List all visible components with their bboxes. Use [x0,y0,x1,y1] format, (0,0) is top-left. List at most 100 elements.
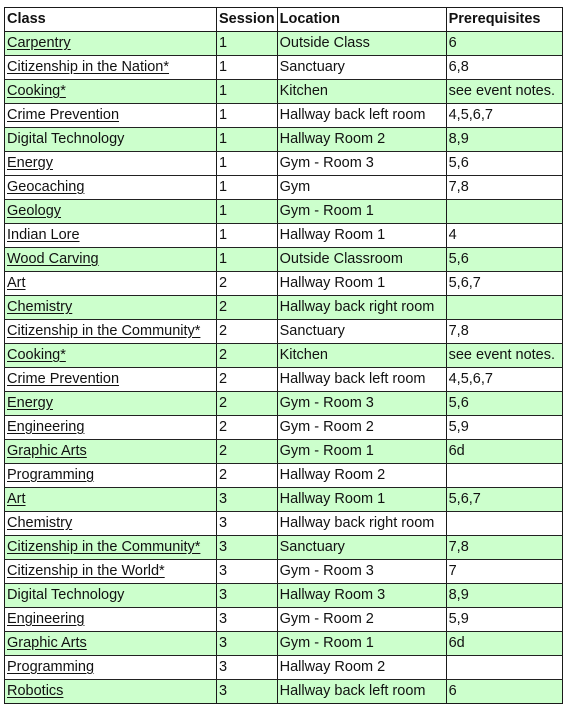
location-cell: Kitchen [276,343,447,368]
class-link[interactable]: Carpentry [7,35,71,51]
class-link[interactable]: Crime Prevention [7,107,119,123]
session-cell: 2 [216,295,278,320]
session-cell: 2 [216,463,278,488]
prerequisites-cell: 6,8 [445,55,563,80]
table-row: Cooking* 2 Kitchen see event notes. [4,343,563,368]
session-cell: 1 [216,55,278,80]
table-row: Digital Technology 1 Hallway Room 2 8,9 [4,127,563,152]
class-link[interactable]: Geocaching [7,179,84,195]
location-cell: Hallway back right room [276,511,447,536]
class-link[interactable]: Citizenship in the Community* [7,323,200,339]
session-cell: 3 [216,607,278,632]
table-row: Crime Prevention 2 Hallway back left room 4… [4,367,563,392]
prerequisites-cell: 8,9 [445,583,563,608]
table-row: Indian Lore 1 Hallway Room 14 [4,223,563,248]
table-body: Carpentry 1 Outside Class 6 Citizenship in t… [4,31,563,704]
class-link[interactable]: Indian Lore [7,227,80,243]
prerequisites-cell [445,655,563,680]
class-link[interactable]: Engineering [7,419,84,435]
class-schedule-table: Class Session Location Prerequisites Car… [4,7,563,704]
location-cell: Gym [276,175,447,200]
class-link[interactable]: Engineering [7,611,84,627]
class-link[interactable]: Energy [7,395,53,411]
table-row: Graphic Arts 3 Gym - Room 1 6d [4,631,563,656]
location-cell: Hallway Room 2 [276,655,447,680]
table-row: Energy 1 Gym - Room 3 5,6 [4,151,563,176]
class-link[interactable]: Citizenship in the Community* [7,539,200,555]
class-link[interactable]: Programming [7,659,94,675]
location-cell: Sanctuary [276,535,447,560]
table-row: Engineering 3 Gym - Room 2 5,9 [4,607,563,632]
location-cell: Hallway back left room [276,367,447,392]
location-cell: Gym - Room 3 [276,151,447,176]
prerequisites-cell [445,511,563,536]
class-link[interactable]: Programming [7,467,94,483]
prerequisites-cell: 6 [445,679,563,704]
session-cell: 3 [216,679,278,704]
class-cell: Graphic Arts [4,439,217,464]
prerequisites-cell: see event notes. [445,79,563,104]
class-link[interactable]: Graphic Arts [7,635,87,651]
prerequisites-cell: 5,9 [445,415,563,440]
class-link[interactable]: Citizenship in the World* [7,563,165,579]
class-link[interactable]: Robotics [7,683,63,699]
class-cell: Citizenship in the Nation* [4,55,217,80]
class-cell: Indian Lore [4,223,217,248]
session-cell: 2 [216,367,278,392]
session-cell: 3 [216,655,278,680]
prerequisites-cell: 5,6,7 [445,271,563,296]
table-row: Geology 1 Gym - Room 1 [4,199,563,224]
class-name: Digital Technology [7,131,125,147]
class-cell: Geology [4,199,217,224]
location-cell: Gym - Room 1 [276,199,447,224]
class-link[interactable]: Chemistry [7,515,72,531]
prerequisites-cell: 7 [445,559,563,584]
table-row: Programming 2 Hallway Room 2 [4,463,563,488]
prerequisites-cell: 6d [445,631,563,656]
location-cell: Hallway Room 2 [276,463,447,488]
class-cell: Engineering [4,415,217,440]
class-link[interactable]: Graphic Arts [7,443,87,459]
header-session: Session [216,7,278,32]
session-cell: 2 [216,391,278,416]
location-cell: Gym - Room 2 [276,415,447,440]
location-cell: Gym - Room 3 [276,559,447,584]
prerequisites-cell: 5,6,7 [445,487,563,512]
session-cell: 2 [216,319,278,344]
session-cell: 1 [216,103,278,128]
location-cell: Gym - Room 1 [276,439,447,464]
class-link[interactable]: Cooking* [7,347,66,363]
table-row: Citizenship in the World* 3 Gym - Room 37 [4,559,563,584]
table-row: Chemistry 2 Hallway back right room [4,295,563,320]
prerequisites-cell: 6 [445,31,563,56]
class-link[interactable]: Crime Prevention [7,371,119,387]
class-link[interactable]: Art [7,491,26,507]
location-cell: Hallway Room 3 [276,583,447,608]
location-cell: Hallway Room 1 [276,487,447,512]
class-name: Digital Technology [7,587,125,603]
session-cell: 1 [216,175,278,200]
session-cell: 2 [216,439,278,464]
session-cell: 1 [216,199,278,224]
class-link[interactable]: Citizenship in the Nation* [7,59,169,75]
class-link[interactable]: Energy [7,155,53,171]
class-link[interactable]: Chemistry [7,299,72,315]
location-cell: Gym - Room 1 [276,631,447,656]
prerequisites-cell: 4,5,6,7 [445,367,563,392]
prerequisites-cell: 7,8 [445,535,563,560]
session-cell: 2 [216,271,278,296]
header-class: Class [4,7,217,32]
class-link[interactable]: Wood Carving [7,251,99,267]
location-cell: Hallway back left room [276,103,447,128]
class-link[interactable]: Cooking* [7,83,66,99]
prerequisites-cell: see event notes. [445,343,563,368]
class-link[interactable]: Art [7,275,26,291]
class-cell: Citizenship in the Community* [4,319,217,344]
prerequisites-cell: 5,9 [445,607,563,632]
session-cell: 3 [216,559,278,584]
class-cell: Chemistry [4,511,217,536]
class-link[interactable]: Geology [7,203,61,219]
location-cell: Hallway Room 1 [276,223,447,248]
session-cell: 2 [216,415,278,440]
class-cell: Chemistry [4,295,217,320]
